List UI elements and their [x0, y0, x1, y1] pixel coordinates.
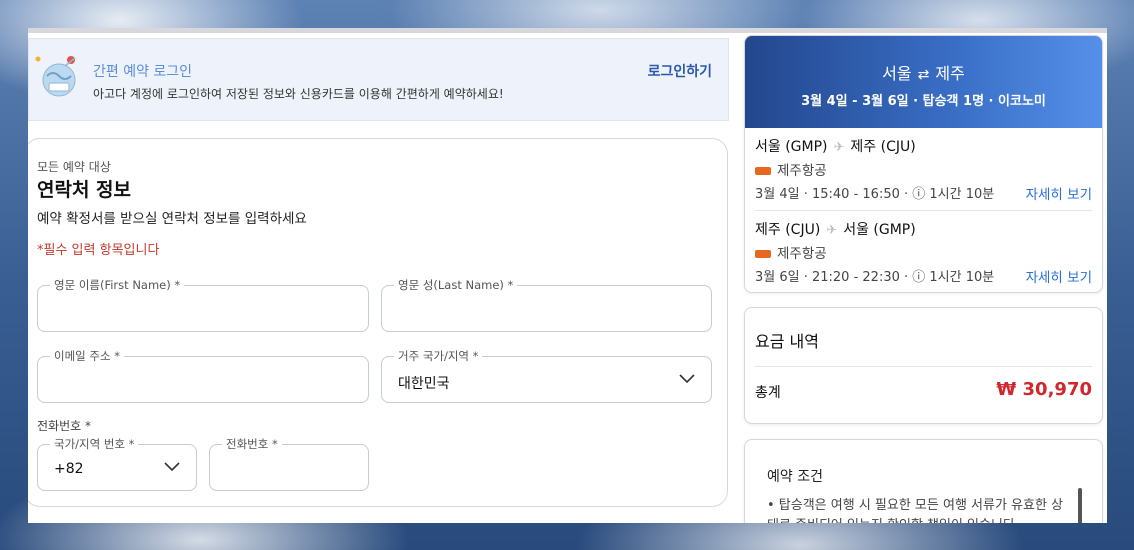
leg-time: 3월 4일 · 15:40 - 16:50 · ⓘ 1시간 10분: [755, 187, 995, 202]
country-code-select[interactable]: 국가/지역 번호 * +82: [37, 436, 197, 491]
leg-to: 제주 (CJU): [850, 139, 916, 155]
contact-title: 연락처 정보: [37, 179, 132, 201]
trip-route: 서울 ⇄ 제주: [745, 36, 1102, 84]
chevron-down-icon: [679, 374, 695, 384]
login-button[interactable]: 로그인하기: [648, 61, 712, 81]
conditions-title: 예약 조건: [767, 469, 823, 485]
last-name-field[interactable]: 영문 성(Last Name) *: [381, 277, 712, 332]
fare-title: 요금 내역: [755, 332, 819, 351]
leg-route: 제주 (CJU) ✈ 서울 (GMP): [755, 219, 916, 239]
left-column: 간편 예약 로그인 아고다 계정에 로그인하여 저장된 정보와 신용카드를 이용…: [28, 38, 729, 507]
leg-to: 서울 (GMP): [843, 222, 916, 238]
airline-logo: [755, 250, 771, 258]
contact-info-card: 모든 예약 대상 연락처 정보 예약 확정서를 받으실 연락처 정보를 입력하세…: [28, 138, 728, 507]
contact-description: 예약 확정서를 받으실 연락처 정보를 입력하세요: [37, 211, 307, 227]
flight-leg: 제주 (CJU) ✈ 서울 (GMP) 제주항공 3월 6일 · 21:20 - 2…: [755, 210, 1092, 292]
fare-divider: [755, 366, 1092, 367]
first-name-field[interactable]: 영문 이름(First Name) *: [37, 277, 369, 332]
trip-header: 서울 ⇄ 제주 3월 4일 - 3월 6일 · 탑승객 1명 · 이코노미: [745, 36, 1102, 128]
fare-total-label: 총계: [755, 385, 781, 401]
country-code-value: +82: [54, 461, 84, 477]
leg-route: 서울 (GMP) ✈ 제주 (CJU): [755, 136, 916, 156]
airplane-icon: ✈: [826, 223, 838, 238]
flight-leg: 서울 (GMP) ✈ 제주 (CJU) 제주항공 3월 4일 · 15:40 - 1…: [755, 128, 1092, 210]
country-label: 거주 국가/지역 *: [394, 348, 483, 364]
leg-airline: 제주항공: [755, 159, 827, 179]
banner-title: 간편 예약 로그인: [93, 64, 193, 80]
fare-total-amount: ₩ 30,970: [996, 379, 1092, 400]
email-field[interactable]: 이메일 주소 *: [37, 348, 369, 403]
airplane-icon: ✈: [833, 140, 845, 155]
leg-from: 제주 (CJU): [755, 222, 821, 238]
last-name-label: 영문 성(Last Name) *: [394, 277, 518, 293]
leg-from: 서울 (GMP): [755, 139, 828, 155]
trip-destination: 제주: [935, 64, 965, 83]
chevron-down-icon: [164, 462, 180, 472]
first-name-label: 영문 이름(First Name) *: [50, 277, 185, 293]
travel-illustration-icon: [35, 56, 76, 97]
email-label: 이메일 주소 *: [50, 348, 124, 364]
airline-logo: [755, 167, 771, 175]
trip-summary-card: 서울 ⇄ 제주 3월 4일 - 3월 6일 · 탑승객 1명 · 이코노미 서울 (…: [744, 35, 1103, 293]
phone-number-field[interactable]: 전화번호 *: [209, 436, 369, 491]
conditions-text: • 탑승객은 여행 시 필요한 모든 여행 서류가 유효한 상태로 준비되어 있…: [767, 498, 1064, 523]
airline-name: 제주항공: [777, 246, 827, 262]
trip-origin: 서울: [882, 64, 912, 83]
trip-meta: 3월 4일 - 3월 6일 · 탑승객 1명 · 이코노미: [801, 94, 1046, 109]
leg-detail-link[interactable]: 자세히 보기: [1026, 266, 1092, 286]
banner-subtitle: 아고다 계정에 로그인하여 저장된 정보와 신용카드를 이용해 간편하게 예약하…: [93, 87, 504, 101]
booking-conditions-card: 예약 조건 • 탑승객은 여행 시 필요한 모든 여행 서류가 유효한 상태로 …: [744, 439, 1103, 523]
phone-number-label: 전화번호 *: [222, 436, 282, 452]
booking-page: 간편 예약 로그인 아고다 계정에 로그인하여 저장된 정보와 신용카드를 이용…: [28, 28, 1107, 523]
leg-airline: 제주항공: [755, 242, 827, 262]
country-value: 대한민국: [398, 376, 450, 392]
leg-detail-link[interactable]: 자세히 보기: [1026, 183, 1092, 203]
login-banner: 간편 예약 로그인 아고다 계정에 로그인하여 저장된 정보와 신용카드를 이용…: [28, 38, 729, 121]
swap-arrows-icon: ⇄: [917, 67, 930, 83]
booking-target-label: 모든 예약 대상: [37, 160, 111, 174]
required-note: *필수 입력 항목입니다: [37, 243, 160, 258]
airline-name: 제주항공: [777, 163, 827, 179]
leg-time: 3월 6일 · 21:20 - 22:30 · ⓘ 1시간 10분: [755, 270, 995, 285]
phone-section-label: 전화번호 *: [37, 419, 91, 433]
conditions-scrollbar[interactable]: [1078, 488, 1082, 523]
country-code-label: 국가/지역 번호 *: [50, 436, 139, 452]
country-select[interactable]: 거주 국가/지역 * 대한민국: [381, 348, 712, 403]
fare-summary-card: 요금 내역 총계 ₩ 30,970: [744, 307, 1103, 424]
